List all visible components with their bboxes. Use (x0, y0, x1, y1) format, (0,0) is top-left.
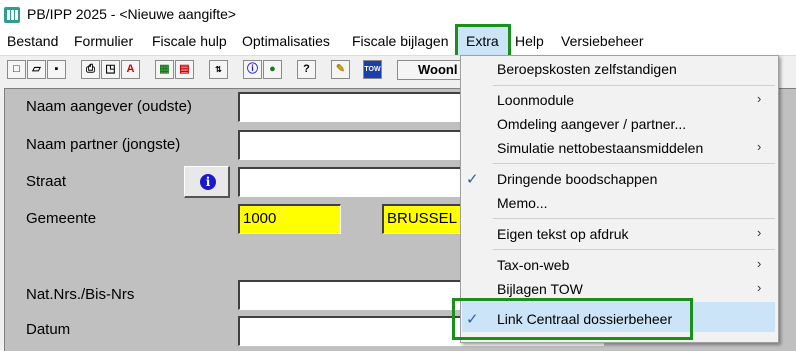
postcode-input[interactable]: 1000 (238, 204, 341, 234)
tow-label: TOW (364, 66, 381, 73)
menu-separator (493, 163, 775, 164)
new-document-icon[interactable]: □ (7, 60, 26, 79)
title-bar: PB/IPP 2025 - <Nieuwe aangifte> (0, 0, 796, 30)
menu-bestand[interactable]: Bestand (7, 33, 58, 49)
naam-partner-label: Naam partner (jongste) (26, 136, 181, 153)
print-preview-icon[interactable]: ◳ (101, 60, 120, 79)
menu-separator (493, 85, 775, 86)
menu-bar: Bestand Formulier Fiscale hulp Optimalis… (0, 30, 796, 52)
menu-help[interactable]: Help (515, 33, 544, 49)
menu-item-dringende-boodschappen[interactable]: Dringende boodschappen (497, 171, 657, 187)
menu-optimalisaties[interactable]: Optimalisaties (242, 33, 330, 49)
submenu-arrow-icon: › (757, 91, 762, 106)
menu-item-omdeling[interactable]: Omdeling aangever / partner... (497, 116, 686, 132)
info-icon[interactable]: ⓘ (243, 60, 262, 79)
calculator-icon[interactable]: ▤ (175, 60, 194, 79)
menu-item-memo[interactable]: Memo... (497, 195, 548, 211)
menu-extra-label: Extra (466, 33, 499, 49)
menu-separator (493, 218, 775, 219)
print-icon[interactable]: ⎙ (81, 60, 100, 79)
menu-separator (493, 249, 775, 250)
save-icon[interactable]: ▪ (47, 60, 66, 79)
help-icon[interactable]: ? (297, 60, 316, 79)
pencil-icon[interactable]: ✎ (331, 60, 350, 79)
menu-item-simulatie[interactable]: Simulatie nettobestaansmiddelen (497, 140, 703, 156)
menu-item-bijlagen-tow[interactable]: Bijlagen TOW (497, 281, 583, 297)
submenu-arrow-icon: › (757, 225, 762, 240)
open-folder-icon[interactable]: ▱ (27, 60, 46, 79)
menu-item-loonmodule[interactable]: Loonmodule (497, 92, 574, 108)
info-icon: i (200, 174, 216, 190)
annotation-highlight-box (452, 298, 693, 340)
submenu-arrow-icon: › (757, 139, 762, 154)
tow-icon[interactable]: TOW (363, 60, 382, 79)
menu-fiscale-hulp[interactable]: Fiscale hulp (152, 33, 227, 49)
menu-item-tax-on-web[interactable]: Tax-on-web (497, 257, 569, 273)
spreadsheet-icon[interactable]: ▦ (155, 60, 174, 79)
naam-aangever-label: Naam aangever (oudste) (26, 98, 192, 115)
menu-item-eigen-tekst[interactable]: Eigen tekst op afdruk (497, 226, 629, 242)
globe-icon[interactable]: ● (263, 60, 282, 79)
tax-calc-icon[interactable]: ⇅ (209, 60, 228, 79)
gemeente-label: Gemeente (26, 210, 97, 227)
menu-fiscale-bijlagen[interactable]: Fiscale bijlagen (352, 33, 449, 49)
app-icon (4, 7, 20, 23)
menu-item-beroepskosten[interactable]: Beroepskosten zelfstandigen (497, 61, 677, 77)
straat-info-button[interactable]: i (184, 166, 230, 198)
datum-label: Datum (26, 321, 71, 338)
window-title: PB/IPP 2025 - <Nieuwe aangifte> (27, 6, 237, 22)
submenu-arrow-icon: › (757, 256, 762, 271)
submenu-arrow-icon: › (757, 280, 762, 295)
menu-versiebeheer[interactable]: Versiebeheer (561, 33, 644, 49)
pdf-icon[interactable]: A (121, 60, 140, 79)
woonl-button[interactable]: Woonl (397, 60, 467, 80)
menu-extra[interactable]: Extra (455, 24, 511, 58)
menu-formulier[interactable]: Formulier (74, 33, 133, 49)
straat-label: Straat (26, 173, 67, 190)
natnrs-label: Nat.Nrs./Bis-Nrs (26, 286, 135, 303)
checkmark-icon: ✓ (466, 171, 479, 188)
